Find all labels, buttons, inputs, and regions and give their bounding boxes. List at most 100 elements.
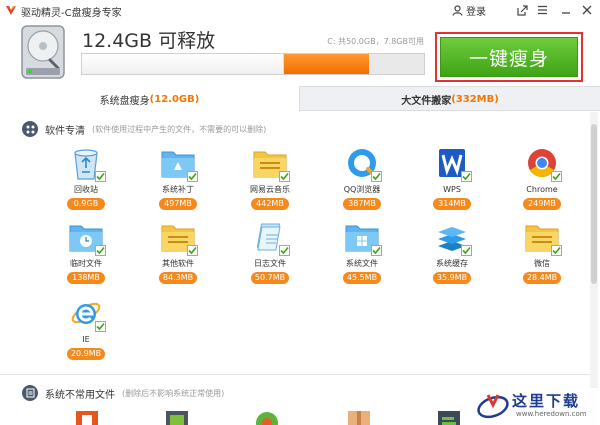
checked-checkbox[interactable] xyxy=(461,171,472,182)
item-wps[interactable]: WPS 314MB xyxy=(417,146,487,210)
disk-capacity-info: C: 共50.0GB，7.8GB可用 xyxy=(327,37,424,46)
disk-summary-header: 12.4GB 可释放 C: 共50.0GB，7.8GB可用 一键瘦身 xyxy=(0,20,600,86)
user-icon xyxy=(452,5,463,16)
section-note: (删除后不影响系统正常使用) xyxy=(122,388,225,398)
checked-checkbox[interactable] xyxy=(551,245,562,256)
checked-checkbox[interactable] xyxy=(461,245,472,256)
watermark: 这里下载 www.heredown.com xyxy=(470,388,600,425)
item-size-badge: 45.5MB xyxy=(342,272,382,284)
item-netease-music[interactable]: 网易云音乐 442MB xyxy=(235,146,305,210)
checked-checkbox[interactable] xyxy=(95,171,106,182)
close-icon xyxy=(582,5,592,15)
grid-icon xyxy=(22,121,38,137)
item-size-badge: 20.9MB xyxy=(66,348,106,360)
rare-files-section-header: 系统不常用文件 (删除后不影响系统正常使用) xyxy=(22,385,224,401)
item-label: IE xyxy=(82,335,90,344)
watermark-logo-icon xyxy=(477,394,509,419)
close-button[interactable] xyxy=(579,2,595,18)
freeable-space-segment xyxy=(283,54,370,74)
tab-size: (12.0GB) xyxy=(149,93,200,105)
item-size-badge: 0.9GB xyxy=(67,198,105,210)
item-ie[interactable]: IE 20.9MB xyxy=(51,296,121,360)
item-label: QQ浏览器 xyxy=(343,185,381,194)
title-bar: 驱动精灵-C盘瘦身专家 登录 xyxy=(0,0,600,20)
minimize-icon xyxy=(562,12,570,14)
item-size-badge: 249MB xyxy=(523,198,561,210)
minimize-button[interactable] xyxy=(558,2,574,18)
hard-disk-icon xyxy=(21,25,65,79)
item-size-badge: 497MB xyxy=(159,198,197,210)
package-icon xyxy=(348,411,370,425)
item-system-cache[interactable]: 系统缓存 35.9MB xyxy=(417,220,487,284)
item-label: 系统补丁 xyxy=(162,185,194,194)
tab-label: 系统盘瘦身 xyxy=(99,95,150,107)
item-system-files[interactable]: 系统文件 45.5MB xyxy=(327,220,397,284)
item-size-badge: 35.9MB xyxy=(432,272,472,284)
checked-checkbox[interactable] xyxy=(95,245,106,256)
share-button[interactable] xyxy=(514,2,530,18)
item-label: 日志文件 xyxy=(254,259,286,268)
checked-checkbox[interactable] xyxy=(279,245,290,256)
menu-button[interactable] xyxy=(534,2,550,18)
login-button[interactable]: 登录 xyxy=(452,3,486,18)
disk-usage-bar xyxy=(81,53,425,75)
item-size-badge: 442MB xyxy=(251,198,289,210)
content-scrollbar[interactable] xyxy=(590,112,598,425)
freeable-space-text: 12.4GB 可释放 xyxy=(82,30,216,52)
item-label: WPS xyxy=(443,185,461,194)
item-label: 微信 xyxy=(534,259,550,268)
item-log-files[interactable]: 日志文件 50.7MB xyxy=(235,220,305,284)
item-qq-browser[interactable]: QQ浏览器 387MB xyxy=(327,146,397,210)
office-icon xyxy=(76,411,98,425)
used-space-segment xyxy=(82,54,284,74)
cleanup-content: 软件专清 (软件使用过程中产生的文件，不需要的可以删除) 回收站 0.9GB 系… xyxy=(0,112,600,425)
item-label: 临时文件 xyxy=(70,259,102,268)
item-temp-files[interactable]: 临时文件 138MB xyxy=(51,220,121,284)
tab-system-disk-slim[interactable]: 系统盘瘦身 (12.0GB) xyxy=(0,86,300,112)
section-divider xyxy=(0,374,590,375)
tab-bar: 系统盘瘦身 (12.0GB) 大文件搬家 (332MB) xyxy=(0,86,600,112)
login-label: 登录 xyxy=(466,7,486,18)
window-title: 驱动精灵-C盘瘦身专家 xyxy=(21,8,122,19)
watermark-text: 这里下载 xyxy=(512,392,581,410)
green-app-icon xyxy=(256,412,278,425)
tab-large-file-move[interactable]: 大文件搬家 (332MB) xyxy=(300,86,600,112)
section-title: 系统不常用文件 xyxy=(45,389,115,401)
item-system-patch[interactable]: 系统补丁 497MB xyxy=(143,146,213,210)
section-title: 软件专清 xyxy=(45,125,85,137)
menu-icon xyxy=(537,5,547,15)
item-size-badge: 138MB xyxy=(67,272,105,284)
item-size-badge: 314MB xyxy=(433,198,471,210)
item-label: 网易云音乐 xyxy=(250,185,290,194)
item-label: 系统文件 xyxy=(346,259,378,268)
item-recycle-bin[interactable]: 回收站 0.9GB xyxy=(51,146,121,210)
tab-label: 大文件搬家 xyxy=(401,95,452,107)
tab-size: (332MB) xyxy=(451,93,499,105)
checked-checkbox[interactable] xyxy=(551,171,562,182)
one-click-slim-button[interactable]: 一键瘦身 xyxy=(440,37,578,77)
item-wechat[interactable]: 微信 28.4MB xyxy=(507,220,577,284)
item-size-badge: 50.7MB xyxy=(250,272,290,284)
checked-checkbox[interactable] xyxy=(187,171,198,182)
item-label: Chrome xyxy=(526,185,558,194)
share-icon xyxy=(516,4,528,16)
checked-checkbox[interactable] xyxy=(371,171,382,182)
file-list-icon xyxy=(22,385,38,401)
item-label: 系统缓存 xyxy=(436,259,468,268)
scroll-thumb[interactable] xyxy=(591,124,597,284)
checked-checkbox[interactable] xyxy=(95,321,106,332)
item-chrome[interactable]: Chrome 249MB xyxy=(507,146,577,210)
item-other-software[interactable]: 其他软件 84.3MB xyxy=(143,220,213,284)
software-section-header: 软件专清 (软件使用过程中产生的文件，不需要的可以删除) xyxy=(22,121,266,137)
terminal-icon xyxy=(438,411,460,425)
item-label: 回收站 xyxy=(74,185,98,194)
checked-checkbox[interactable] xyxy=(371,245,382,256)
item-size-badge: 387MB xyxy=(343,198,381,210)
item-size-badge: 84.3MB xyxy=(158,272,198,284)
system-tool-icon xyxy=(166,411,188,425)
app-logo-icon xyxy=(6,6,16,15)
section-note: (软件使用过程中产生的文件，不需要的可以删除) xyxy=(92,124,267,134)
slim-button-highlight: 一键瘦身 xyxy=(435,32,583,82)
checked-checkbox[interactable] xyxy=(279,171,290,182)
checked-checkbox[interactable] xyxy=(187,245,198,256)
